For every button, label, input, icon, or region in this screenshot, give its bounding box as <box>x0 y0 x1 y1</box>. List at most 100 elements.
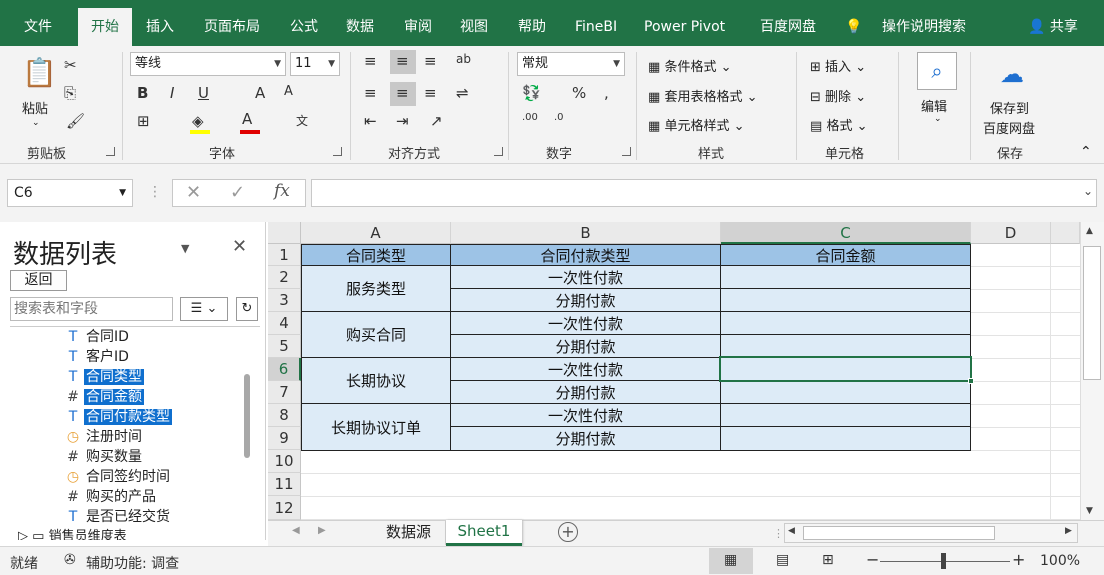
sort-filter-button[interactable]: ☰ ⌄ <box>180 297 228 321</box>
increase-indent-icon[interactable]: ⇥ <box>396 112 409 130</box>
delete-cells-button[interactable]: ⊟ 删除 ⌄ <box>810 86 866 105</box>
field-item-purchase-qty[interactable]: # 购买数量 <box>62 447 144 467</box>
cell-b7[interactable]: 分期付款 <box>450 380 721 404</box>
column-header-c[interactable]: C <box>721 222 971 244</box>
share-button[interactable]: 👤 共享 <box>1018 0 1088 46</box>
vertical-scroll-thumb[interactable] <box>1083 246 1101 380</box>
fill-handle[interactable] <box>968 378 974 384</box>
row-header-9[interactable]: 9 <box>268 427 301 450</box>
underline-icon[interactable]: U <box>198 84 209 102</box>
field-item-contract-id[interactable]: T 合同ID <box>62 327 131 347</box>
font-name-select[interactable]: 等线 ▼ <box>130 52 286 76</box>
cell-a1[interactable]: 合同类型 <box>301 244 451 266</box>
scroll-left-icon[interactable]: ◀ <box>788 526 795 536</box>
cell-b8[interactable]: 一次性付款 <box>450 403 721 427</box>
number-format-select[interactable]: 常规 ▼ <box>517 52 625 76</box>
align-right-icon[interactable]: ≡ <box>424 84 437 102</box>
increase-font-icon[interactable]: A <box>255 84 265 102</box>
tab-page-layout[interactable]: 页面布局 <box>194 0 270 46</box>
column-header-d[interactable]: D <box>971 222 1051 244</box>
cell-a4-merged[interactable]: 购买合同 <box>301 311 451 358</box>
tab-file[interactable]: 文件 <box>14 0 62 46</box>
paste-chevron-icon[interactable]: ⌄ <box>32 118 40 128</box>
scroll-up-icon[interactable]: ▲ <box>1086 226 1093 236</box>
sheet-tab-sheet1[interactable]: Sheet1 <box>446 520 522 546</box>
panel-options-icon[interactable]: ▼ <box>181 242 189 255</box>
format-cells-button[interactable]: ▤ 格式 ⌄ <box>810 115 867 134</box>
refresh-icon[interactable]: ↻ <box>236 297 258 321</box>
horizontal-scroll-thumb[interactable] <box>803 526 995 540</box>
accessibility-icon[interactable]: ✇ <box>64 552 76 568</box>
baidu-disk-label[interactable]: 百度网盘 <box>983 118 1035 137</box>
currency-icon[interactable]: 💱 <box>522 84 541 102</box>
field-item-delivered[interactable]: T 是否已经交货 <box>62 507 172 527</box>
font-size-select[interactable]: 11 ▼ <box>290 52 340 76</box>
align-bottom-icon[interactable]: ≡ <box>424 52 437 70</box>
text-direction-icon[interactable]: ↗ <box>430 112 443 130</box>
font-launcher-icon[interactable] <box>333 147 342 156</box>
vertical-scrollbar[interactable]: ▲ ▼ <box>1080 222 1104 520</box>
copy-icon[interactable]: ⎘ <box>64 84 76 102</box>
search-icon[interactable]: ⌕ <box>917 52 957 90</box>
panel-scrollbar[interactable] <box>244 374 250 458</box>
drag-handle-icon[interactable]: ⋮ <box>148 184 162 200</box>
next-sheet-icon[interactable]: ▶ <box>318 525 326 536</box>
select-all-corner[interactable] <box>268 222 301 244</box>
cell-c7[interactable] <box>720 380 971 404</box>
tab-view[interactable]: 视图 <box>450 0 498 46</box>
name-box[interactable]: C6 ▼ <box>7 179 133 207</box>
insert-function-icon[interactable]: fx <box>274 181 290 201</box>
tab-power-pivot[interactable]: Power Pivot <box>634 0 735 46</box>
tab-baidu[interactable]: 百度网盘 <box>750 0 826 46</box>
row-header-12[interactable]: 12 <box>268 496 301 520</box>
align-top-icon[interactable]: ≡ <box>364 52 377 70</box>
sheet-tab-datasource[interactable]: 数据源 <box>372 521 446 545</box>
clipboard-launcher-icon[interactable] <box>106 147 115 156</box>
cell-a6-merged[interactable]: 长期协议 <box>301 357 451 404</box>
number-launcher-icon[interactable] <box>622 147 631 156</box>
edit-chevron-icon[interactable]: ⌄ <box>934 114 942 124</box>
page-layout-view-icon[interactable]: ▤ <box>776 552 789 568</box>
cell-c1[interactable]: 合同金额 <box>720 244 971 266</box>
field-item-contract-type[interactable]: T 合同类型 <box>62 367 144 387</box>
row-header-3[interactable]: 3 <box>268 289 301 312</box>
row-header-1[interactable]: 1 <box>268 244 301 266</box>
clipboard-icon[interactable]: 📋 <box>22 56 57 89</box>
cell-c8[interactable] <box>720 403 971 427</box>
cell-styles-button[interactable]: ▦ 单元格样式 ⌄ <box>648 115 744 134</box>
tab-help[interactable]: 帮助 <box>508 0 556 46</box>
cell-a2-merged[interactable]: 服务类型 <box>301 265 451 312</box>
field-item-contract-amount[interactable]: # 合同金额 <box>62 387 144 407</box>
alignment-launcher-icon[interactable] <box>494 147 503 156</box>
zoom-out-icon[interactable]: − <box>866 550 879 569</box>
accessibility-status[interactable]: 辅助功能: 调查 <box>86 553 179 573</box>
tab-home[interactable]: 开始 <box>78 8 132 46</box>
scroll-right-icon[interactable]: ▶ <box>1065 526 1072 536</box>
border-icon[interactable]: ⊞ <box>137 112 150 130</box>
scissors-icon[interactable]: ✂ <box>64 56 77 74</box>
phonetic-icon[interactable]: 文 <box>296 112 308 129</box>
row-header-8[interactable]: 8 <box>268 404 301 427</box>
search-field-input[interactable] <box>10 297 173 321</box>
add-sheet-icon[interactable]: + <box>558 522 578 542</box>
cell-b1[interactable]: 合同付款类型 <box>450 244 721 266</box>
cell-b5[interactable]: 分期付款 <box>450 334 721 358</box>
row-header-11[interactable]: 11 <box>268 473 301 496</box>
cell-c9[interactable] <box>720 426 971 451</box>
orientation-icon[interactable]: ab <box>456 52 471 66</box>
align-left-icon[interactable]: ≡ <box>364 84 377 102</box>
table-item-partial[interactable]: ▷ ▭ 销售员维度表 <box>18 526 127 540</box>
zoom-slider-thumb[interactable] <box>941 553 946 569</box>
tab-data[interactable]: 数据 <box>336 0 384 46</box>
row-header-7[interactable]: 7 <box>268 381 301 404</box>
row-header-10[interactable]: 10 <box>268 450 301 473</box>
tab-finebi[interactable]: FineBI <box>565 0 627 46</box>
field-item-register-time[interactable]: ◷ 注册时间 <box>62 427 144 447</box>
zoom-in-icon[interactable]: + <box>1012 550 1025 569</box>
format-as-table-button[interactable]: ▦ 套用表格格式 ⌄ <box>648 86 757 105</box>
cell-b3[interactable]: 分期付款 <box>450 288 721 312</box>
decrease-indent-icon[interactable]: ⇤ <box>364 112 377 130</box>
format-painter-icon[interactable]: 🖌 <box>66 112 85 130</box>
row-header-4[interactable]: 4 <box>268 312 301 335</box>
enter-icon[interactable]: ✓ <box>230 182 245 203</box>
